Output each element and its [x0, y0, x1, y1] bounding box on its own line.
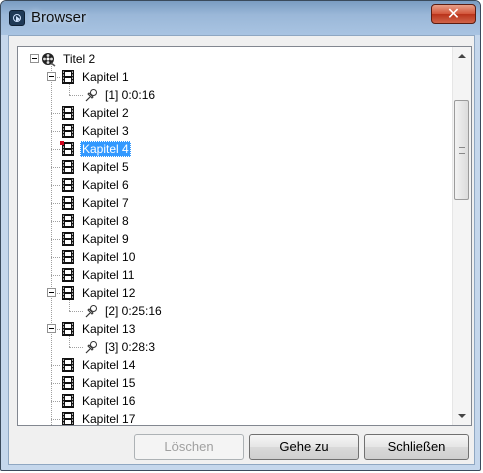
tree-item-label: Kapitel 6: [82, 178, 129, 192]
film-icon: [60, 285, 76, 301]
tree-item[interactable]: Kapitel 2: [18, 104, 448, 122]
tree-item[interactable]: Kapitel 14: [18, 356, 448, 374]
app-icon: [9, 10, 25, 26]
tree-item-label: Kapitel 16: [82, 394, 136, 408]
film-icon: [60, 159, 76, 175]
tree-item-label: Kapitel 11: [82, 268, 135, 282]
tree-item[interactable]: Kapitel 17: [18, 410, 448, 425]
tree-view[interactable]: Titel 2 Kapitel 1 [1] 0:0:16 Kapitel 2 Kapit…: [18, 47, 453, 425]
tree-item[interactable]: Kapitel 13: [18, 320, 448, 338]
tree-item-label: Kapitel 9: [82, 232, 129, 246]
collapse-toggle-icon[interactable]: [30, 54, 39, 63]
tree-item-label: Kapitel 14: [82, 358, 136, 372]
close-icon: ✕: [446, 4, 461, 23]
tree-item-label: Kapitel 3: [82, 124, 129, 138]
tree-item[interactable]: Titel 2: [18, 50, 448, 68]
film-icon: [60, 105, 76, 121]
scroll-down-button[interactable]: [453, 407, 471, 425]
tree-item[interactable]: Kapitel 11: [18, 266, 448, 284]
tree-item-label: Kapitel 8: [82, 214, 129, 228]
tree-frame: Titel 2 Kapitel 1 [1] 0:0:16 Kapitel 2 Kapit…: [17, 46, 472, 426]
tree-item-label: Kapitel 4: [80, 141, 131, 157]
film-icon: [60, 267, 76, 283]
collapse-toggle-icon[interactable]: [47, 324, 56, 333]
dialog-body: Titel 2 Kapitel 1 [1] 0:0:16 Kapitel 2 Kapit…: [8, 35, 475, 465]
film-icon: [60, 393, 76, 409]
tree-item[interactable]: Kapitel 12: [18, 284, 448, 302]
pushpin-icon: [83, 87, 99, 103]
close-button[interactable]: Schließen: [364, 434, 469, 460]
film-icon: [60, 357, 76, 373]
film-icon: [60, 321, 76, 337]
tree-item[interactable]: Kapitel 16: [18, 392, 448, 410]
tree-item[interactable]: [2] 0:25:16: [18, 302, 448, 320]
tree-item-label: Kapitel 1: [82, 70, 129, 84]
tree-item-label: Kapitel 13: [82, 322, 136, 336]
goto-button[interactable]: Gehe zu: [249, 434, 359, 460]
tree-item[interactable]: [3] 0:28:3: [18, 338, 448, 356]
vertical-scrollbar[interactable]: [452, 47, 471, 425]
film-icon: [60, 69, 76, 85]
tree-item[interactable]: Kapitel 5: [18, 158, 448, 176]
tree-item-label: Kapitel 15: [82, 376, 136, 390]
title-bar[interactable]: Browser ✕: [1, 1, 480, 35]
collapse-toggle-icon[interactable]: [47, 288, 56, 297]
film-icon: [60, 249, 76, 265]
tree-item-label: [2] 0:25:16: [105, 304, 162, 318]
tree-item-label: Titel 2: [63, 52, 96, 66]
tree-item[interactable]: Kapitel 6: [18, 176, 448, 194]
delete-button[interactable]: Löschen: [134, 434, 244, 460]
tree-item[interactable]: Kapitel 9: [18, 230, 448, 248]
tree-item-label: Kapitel 2: [82, 106, 129, 120]
film-icon: [60, 177, 76, 193]
tree-item[interactable]: Kapitel 8: [18, 212, 448, 230]
tree-item-label: [3] 0:28:3: [105, 340, 156, 354]
tree-item[interactable]: Kapitel 15: [18, 374, 448, 392]
window-title: Browser: [31, 9, 87, 26]
film-icon: [60, 375, 76, 391]
film-icon: [60, 231, 76, 247]
scroll-up-button[interactable]: [453, 47, 471, 65]
reel-icon: [40, 51, 56, 67]
tree-item[interactable]: Kapitel 4: [18, 140, 448, 158]
film-icon: [60, 213, 76, 229]
tree-item-label: Kapitel 7: [82, 196, 129, 210]
tree-item-label: Kapitel 5: [82, 160, 129, 174]
tree-item-label: Kapitel 17: [82, 412, 136, 425]
tree-item[interactable]: [1] 0:0:16: [18, 86, 448, 104]
film-icon: [60, 123, 76, 139]
close-window-button[interactable]: ✕: [431, 4, 476, 24]
pushpin-icon: [83, 339, 99, 355]
tree-item[interactable]: Kapitel 10: [18, 248, 448, 266]
collapse-toggle-icon[interactable]: [47, 72, 56, 81]
browser-window: Browser ✕ Titel 2 Kapitel 1 [1] 0:0:16 Kapi…: [0, 0, 481, 471]
tree-item[interactable]: Kapitel 3: [18, 122, 448, 140]
tree-item[interactable]: Kapitel 7: [18, 194, 448, 212]
tree-item-label: Kapitel 10: [82, 250, 136, 264]
pushpin-icon: [83, 303, 99, 319]
scrollbar-thumb[interactable]: [454, 100, 469, 200]
tree-item[interactable]: Kapitel 1: [18, 68, 448, 86]
film-icon: [60, 141, 76, 157]
film-icon: [60, 411, 76, 425]
tree-item-label: Kapitel 12: [82, 286, 136, 300]
film-icon: [60, 195, 76, 211]
tree-item-label: [1] 0:0:16: [105, 88, 156, 102]
